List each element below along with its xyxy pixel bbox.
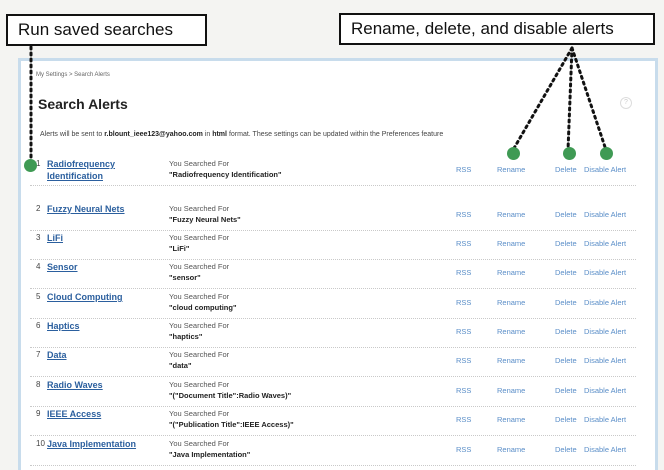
callout-pointer-lines — [29, 45, 608, 164]
pointer-line-delete — [566, 46, 574, 152]
pointer-line-disable — [570, 46, 608, 152]
marker-rename — [507, 147, 520, 160]
marker-run-search — [24, 159, 37, 172]
pointer-line-rename — [511, 46, 574, 152]
marker-delete — [563, 147, 576, 160]
marker-disable — [600, 147, 613, 160]
